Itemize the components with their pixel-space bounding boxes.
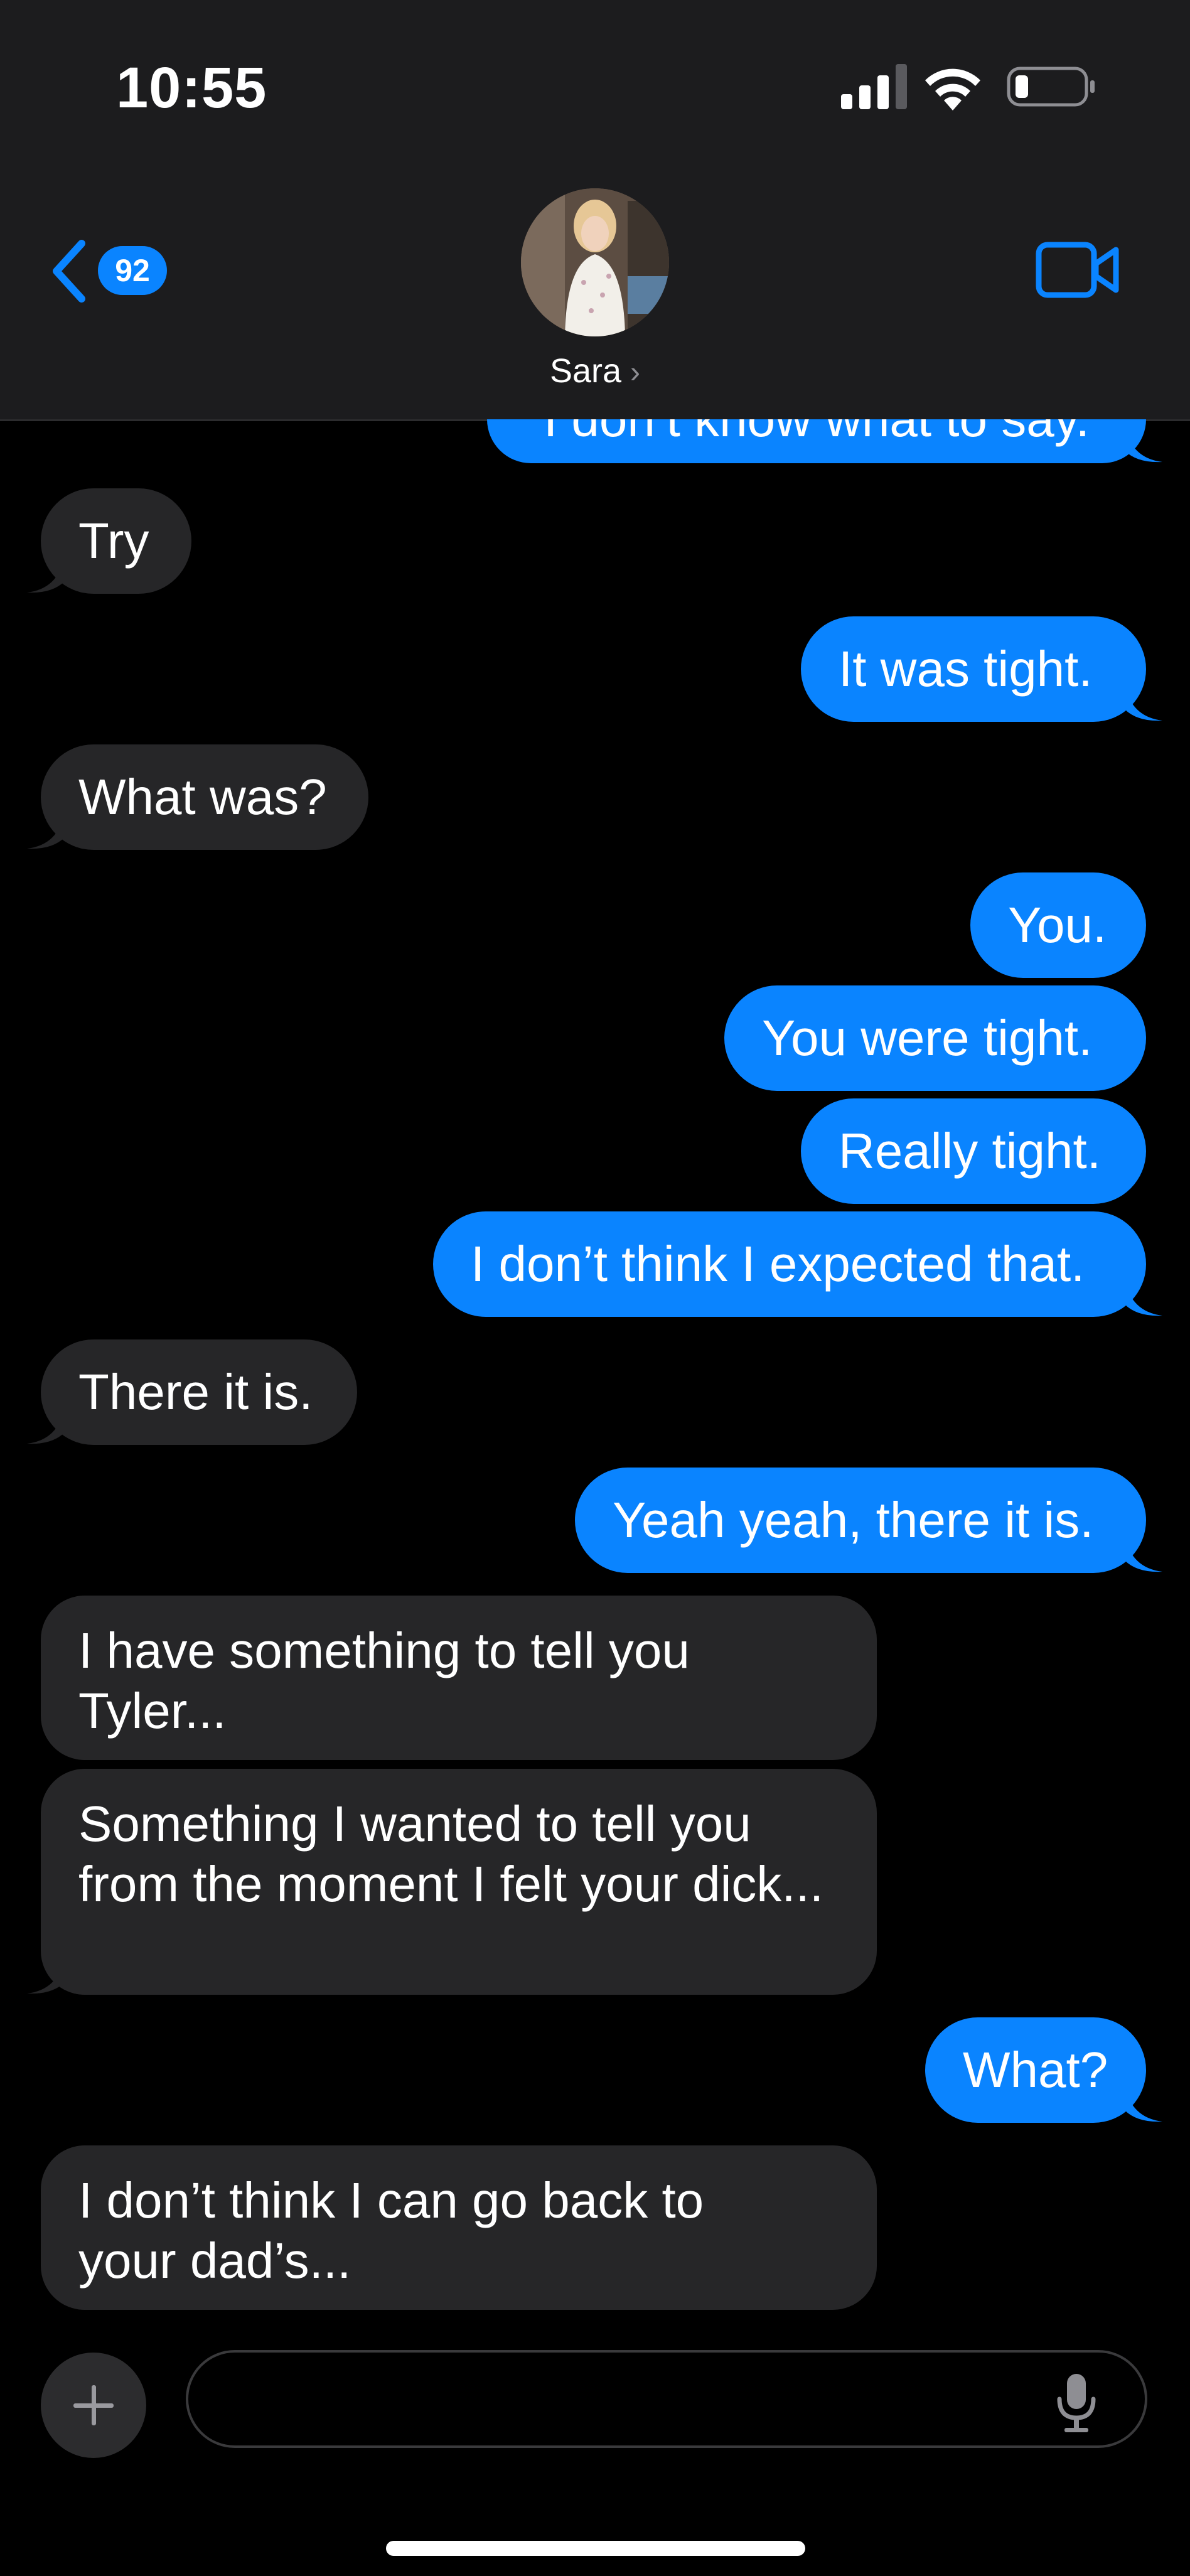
plus-icon[interactable] [41, 2353, 146, 2458]
battery-icon [1007, 67, 1095, 107]
bubble-tail [27, 556, 65, 593]
message-text: Yeah yeah, there it is. [613, 1492, 1094, 1548]
bubble-tail [1125, 1535, 1162, 1572]
composer-bar [0, 2315, 1190, 2576]
message-text: I don’t know what to say. [544, 419, 1090, 449]
message-bubble-incoming[interactable]: Try [27, 488, 191, 594]
bubble-tail [27, 1957, 65, 1994]
message-text: What? [963, 2042, 1108, 2098]
message-text: There it is. [78, 1364, 313, 1420]
chevron-right-icon: › [630, 356, 641, 389]
message-text: You were tight. [762, 1010, 1093, 1066]
message-text: I have something to tell you Tyler... [78, 1623, 690, 1739]
message-bubble-incoming[interactable]: Something I wanted to tell you from the … [27, 1769, 877, 1995]
message-bubble-incoming[interactable]: I don’t think I can go back to your dad’… [41, 2145, 877, 2310]
message-bubble-outgoing[interactable]: I don’t think I expected that. [433, 1211, 1162, 1317]
message-bubble-incoming[interactable]: I have something to tell you Tyler... [41, 1596, 877, 1760]
message-input[interactable] [186, 2350, 1147, 2448]
bubble-tail [1125, 426, 1162, 463]
message-text: Try [78, 513, 149, 569]
bubble-tail [1125, 2085, 1162, 2122]
home-indicator[interactable] [386, 2541, 805, 2556]
message-thread[interactable]: I don’t know what to say. Try It was tig… [0, 419, 1190, 2315]
status-time: 10:55 [116, 56, 267, 120]
message-text: What was? [78, 769, 327, 825]
back-button[interactable]: 92 [50, 232, 176, 308]
conversation-header: 92 Sara › [0, 163, 1190, 421]
contact-name: Sara [549, 352, 622, 390]
message-bubble-outgoing[interactable]: You. [970, 872, 1146, 978]
status-bar: 10:55 [0, 0, 1190, 163]
contact-name-row[interactable]: Sara › [0, 352, 1190, 390]
microphone-icon[interactable] [1054, 2371, 1098, 2434]
video-camera-icon[interactable] [1036, 239, 1120, 301]
bubble-tail [27, 1407, 65, 1444]
message-text: It was tight. [839, 641, 1093, 697]
contact-avatar[interactable] [521, 188, 669, 336]
bubble-tail [1125, 1279, 1162, 1316]
message-bubble-outgoing[interactable]: Yeah yeah, there it is. [575, 1468, 1162, 1573]
unread-count-badge: 92 [98, 246, 167, 295]
message-text: You. [1008, 897, 1107, 953]
message-bubble-outgoing[interactable]: I don’t know what to say. [487, 419, 1162, 463]
wifi-icon [925, 68, 980, 110]
bubble-tail [27, 812, 65, 849]
message-bubble-outgoing[interactable]: You were tight. [724, 985, 1146, 1091]
avatar-photo [521, 188, 669, 336]
message-text: I don’t think I can go back to your dad’… [78, 2172, 704, 2289]
message-bubble-outgoing[interactable]: Really tight. [801, 1098, 1146, 1204]
message-bubble-incoming[interactable]: What was? [27, 744, 368, 850]
message-bubble-outgoing[interactable]: What? [925, 2017, 1162, 2123]
bubble-tail [1125, 684, 1162, 721]
message-text: Something I wanted to tell you from the … [78, 1796, 824, 1912]
message-bubble-incoming[interactable]: There it is. [27, 1339, 357, 1445]
chevron-left-icon [53, 240, 85, 303]
message-bubble-outgoing[interactable]: It was tight. [801, 616, 1162, 722]
message-text: Really tight. [839, 1123, 1101, 1179]
cellular-signal-icon [841, 64, 907, 109]
message-text: I don’t think I expected that. [471, 1236, 1085, 1292]
